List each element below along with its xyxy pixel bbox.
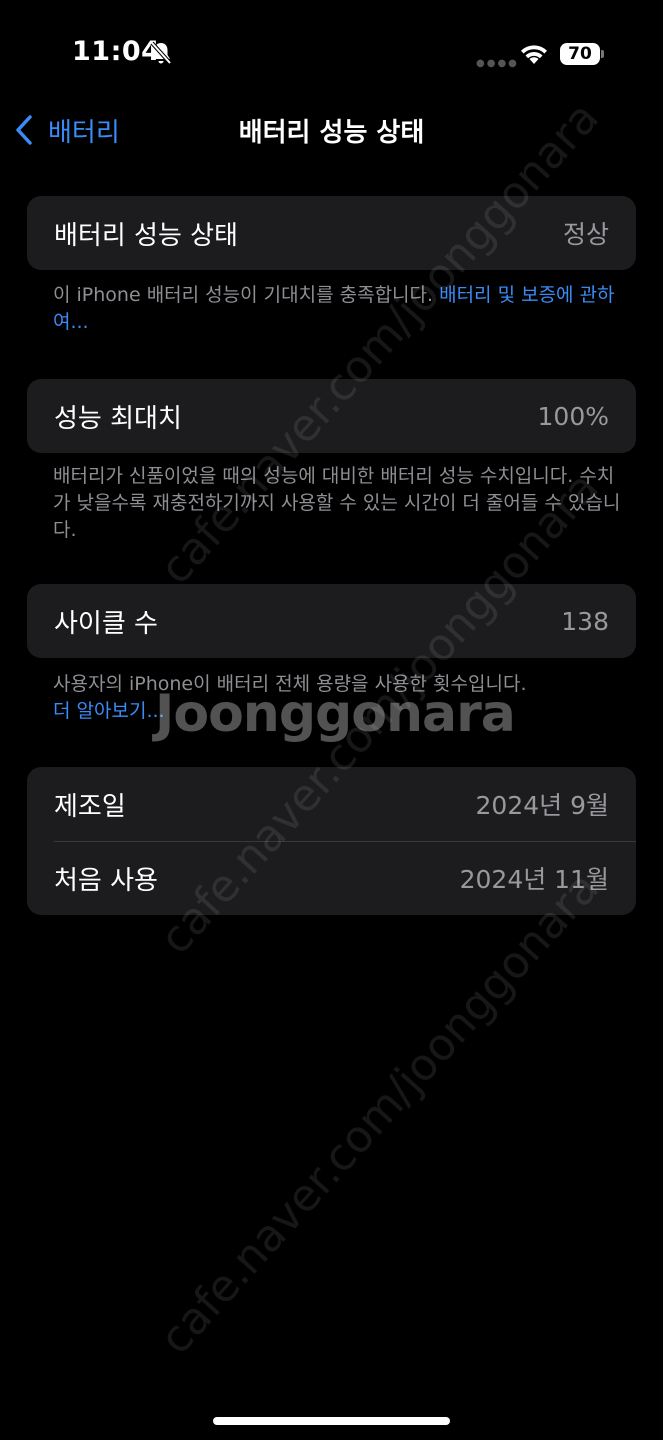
first-use-label: 처음 사용 xyxy=(54,865,158,896)
battery-health-footnote-text: 이 iPhone 배터리 성능이 기대치를 충족합니다. xyxy=(53,284,440,306)
max-capacity-group: 성능 최대치 100% xyxy=(27,379,636,453)
max-capacity-value: 100% xyxy=(537,401,609,431)
max-capacity-label: 성능 최대치 xyxy=(54,403,182,434)
signal-dots-icon: ●●●● xyxy=(476,58,519,69)
cycle-count-footnote: 사용자의 iPhone이 배터리 전체 용량을 사용한 횟수입니다. 더 알아보… xyxy=(53,671,623,725)
navigation-bar: 배터리 배터리 성능 상태 xyxy=(0,100,663,160)
first-use-row: 처음 사용 2024년 11월 xyxy=(27,841,636,915)
learn-more-link[interactable]: 더 알아보기... xyxy=(53,698,623,725)
cycle-count-label: 사이클 수 xyxy=(54,608,158,639)
cycle-count-value: 138 xyxy=(561,606,609,636)
battery-health-value: 정상 xyxy=(562,220,609,249)
dates-group: 제조일 2024년 9월 처음 사용 2024년 11월 xyxy=(27,767,636,915)
max-capacity-row: 성능 최대치 100% xyxy=(27,379,636,453)
battery-icon: 70 xyxy=(560,43,604,65)
watermark-text: cafe.naver.com/joonggonara xyxy=(150,862,609,1365)
manufacture-date-value: 2024년 9월 xyxy=(475,791,609,820)
manufacture-date-label: 제조일 xyxy=(54,791,126,822)
cycle-count-row: 사이클 수 138 xyxy=(27,584,636,658)
wifi-icon xyxy=(521,45,547,64)
status-bar: 11:04 ●●●● 70 xyxy=(0,0,663,100)
bell-slash-icon xyxy=(150,41,172,65)
battery-percent: 70 xyxy=(568,44,592,64)
home-indicator[interactable] xyxy=(213,1417,450,1425)
cycle-count-group: 사이클 수 138 xyxy=(27,584,636,658)
manufacture-date-row: 제조일 2024년 9월 xyxy=(27,767,636,841)
battery-health-group: 배터리 성능 상태 정상 xyxy=(27,196,636,270)
battery-health-label: 배터리 성능 상태 xyxy=(54,220,238,251)
page-title: 배터리 성능 상태 xyxy=(238,118,425,148)
battery-health-row: 배터리 성능 상태 정상 xyxy=(27,196,636,270)
first-use-value: 2024년 11월 xyxy=(459,865,609,894)
battery-health-footnote: 이 iPhone 배터리 성능이 기대치를 충족합니다. 배터리 및 보증에 관… xyxy=(53,282,623,336)
max-capacity-footnote: 배터리가 신품이었을 때의 성능에 대비한 배터리 성능 수치입니다. 수치가 … xyxy=(53,465,621,541)
cycle-count-footnote-text: 사용자의 iPhone이 배터리 전체 용량을 사용한 횟수입니다. xyxy=(53,673,527,695)
